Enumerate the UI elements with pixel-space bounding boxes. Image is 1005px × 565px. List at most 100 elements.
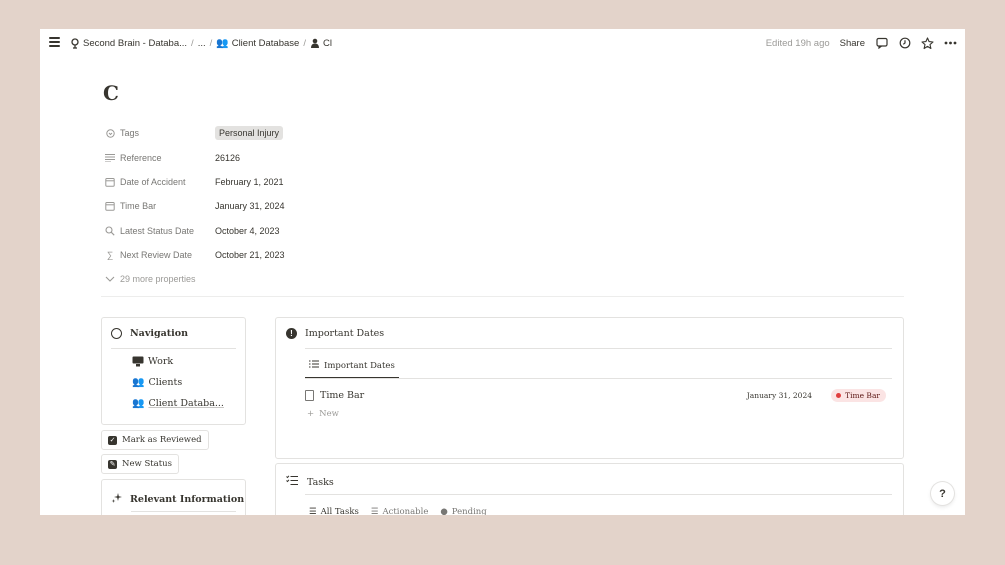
tasks-title: Tasks — [307, 476, 334, 488]
property-value: October 4, 2023 — [215, 225, 280, 236]
list-icon — [309, 360, 319, 371]
property-label: Tags — [120, 128, 140, 139]
property-value: 26126 — [215, 152, 241, 163]
mark-as-reviewed-button[interactable]: ✓ Mark as Reviewed — [101, 430, 209, 450]
important-dates-card: ! Important Dates Important Dates Time B… — [275, 317, 904, 459]
new-item-button[interactable]: + New — [307, 409, 339, 419]
breadcrumb-database-label: Client Database — [231, 37, 300, 49]
tab-pending[interactable]: ● Pending — [440, 507, 486, 515]
tag-personal-injury[interactable]: Personal Injury — [215, 126, 284, 141]
star-icon[interactable] — [921, 36, 934, 50]
relevant-divider — [131, 511, 236, 512]
checklist-icon — [286, 475, 298, 489]
important-dates-title: Important Dates — [305, 328, 385, 339]
property-name: Time Bar — [105, 201, 215, 211]
checklist-icon: ☰ — [309, 507, 317, 515]
people-group-icon: 👥 — [132, 398, 145, 409]
property-time-bar[interactable]: Time Bar January 31, 2024 — [105, 194, 405, 218]
more-options-icon[interactable] — [944, 37, 957, 50]
relevant-information-card: Relevant Information — [101, 479, 246, 515]
select-circle-icon — [105, 128, 115, 138]
property-value: February 1, 2021 — [215, 176, 284, 187]
comment-icon[interactable] — [875, 37, 888, 50]
property-tags[interactable]: Tags Personal Injury — [105, 121, 405, 145]
search-icon — [105, 226, 115, 236]
breadcrumb-page-label: Cl — [322, 37, 332, 49]
top-actions: Edited 19h ago Share — [766, 29, 957, 57]
navigation-title: Navigation — [130, 328, 189, 339]
people-group-icon: 👥 — [216, 37, 229, 49]
new-status-button[interactable]: ✎ New Status — [101, 454, 180, 474]
breadcrumb-ellipsis[interactable]: ... — [198, 38, 206, 49]
brain-icon — [71, 37, 79, 49]
breadcrumb-database[interactable]: 👥 Client Database — [216, 38, 299, 49]
property-date-of-accident[interactable]: Date of Accident February 1, 2021 — [105, 170, 405, 194]
breadcrumb: Second Brain - Databa... / ... / 👥 Clien… — [70, 29, 332, 57]
list-item-title: Time Bar — [305, 389, 365, 401]
tasks-heading: Tasks — [286, 475, 334, 489]
navigation-heading: Navigation — [111, 328, 188, 339]
property-latest-status-date[interactable]: Latest Status Date October 4, 2023 — [105, 219, 405, 243]
notion-window: Second Brain - Databa... / ... / 👥 Clien… — [40, 29, 965, 515]
checkbox-checked-icon: ✓ — [108, 435, 117, 445]
plus-icon: + — [307, 409, 315, 419]
sparkles-icon — [111, 492, 123, 507]
list-item-date: January 31, 2024 — [746, 390, 812, 400]
property-label: Latest Status Date — [120, 225, 195, 236]
property-next-review-date[interactable]: ∑ Next Review Date October 21, 2023 — [105, 243, 405, 267]
button-label: New Status — [122, 459, 173, 469]
property-name: Latest Status Date — [105, 226, 215, 236]
share-button[interactable]: Share — [840, 38, 865, 49]
property-reference[interactable]: Reference 26126 — [105, 145, 405, 169]
tab-label: Actionable — [382, 507, 429, 515]
monitor-icon — [132, 356, 144, 367]
status-badge: Time Bar — [831, 388, 886, 402]
more-properties-toggle[interactable]: 29 more properties — [105, 267, 405, 291]
edited-timestamp: Edited 19h ago — [765, 37, 830, 49]
breadcrumb-page[interactable]: Cl — [310, 38, 332, 49]
property-label: Reference — [120, 152, 162, 163]
property-label: Next Review Date — [120, 250, 193, 261]
menu-icon[interactable] — [49, 37, 60, 47]
navigation-card: Navigation Work 👥 Clients 👥 Client Datab… — [101, 317, 246, 425]
property-name: Tags — [105, 128, 215, 138]
navigation-divider — [111, 348, 236, 349]
button-label: Mark as Reviewed — [122, 435, 202, 445]
property-value: October 21, 2023 — [215, 250, 285, 261]
chevron-down-icon — [105, 274, 115, 284]
calendar-icon — [105, 201, 115, 212]
property-name: Reference — [105, 153, 215, 163]
history-clock-icon[interactable] — [898, 37, 911, 50]
checklist-icon: ☰ — [370, 507, 379, 515]
property-name: Date of Accident — [105, 177, 215, 187]
list-item[interactable]: Time Bar January 31, 2024 Time Bar — [305, 386, 892, 404]
help-button[interactable]: ? — [931, 482, 954, 505]
view-tab-important-dates[interactable]: Important Dates — [305, 360, 399, 379]
property-name: ∑ Next Review Date — [105, 250, 215, 260]
new-item-label: New — [319, 409, 339, 419]
person-icon — [310, 38, 319, 48]
nav-item-label: Client Databa... — [148, 398, 224, 409]
edit-note-icon: ✎ — [108, 459, 117, 469]
tasks-card: Tasks ☰ All Tasks ☰ Actionable ● Pending — [275, 463, 904, 515]
tab-actionable[interactable]: ☰ Actionable — [371, 507, 429, 515]
page-title[interactable]: C — [103, 81, 119, 105]
section-divider — [101, 296, 904, 297]
text-lines-icon — [105, 153, 115, 163]
relevant-title: Relevant Information — [130, 494, 245, 505]
nav-item-client-database[interactable]: 👥 Client Databa... — [132, 398, 224, 409]
nav-item-work[interactable]: Work — [132, 356, 173, 367]
alert-icon: ! — [286, 328, 297, 339]
nav-item-clients[interactable]: 👥 Clients — [132, 377, 182, 388]
status-dot — [836, 392, 842, 398]
top-bar: Second Brain - Databa... / ... / 👥 Clien… — [40, 29, 965, 57]
nav-item-label: Clients — [148, 377, 183, 388]
view-tab-label: Important Dates — [324, 360, 395, 371]
breadcrumb-workspace[interactable]: Second Brain - Databa... — [70, 38, 187, 49]
tab-all-tasks[interactable]: ☰ All Tasks — [309, 507, 359, 515]
relevant-heading: Relevant Information — [111, 492, 244, 507]
list-item-label: Time Bar — [320, 389, 365, 401]
important-dates-heading: ! Important Dates — [286, 328, 384, 339]
tab-label: Pending — [451, 507, 487, 515]
status-badge-label: Time Bar — [845, 390, 880, 400]
